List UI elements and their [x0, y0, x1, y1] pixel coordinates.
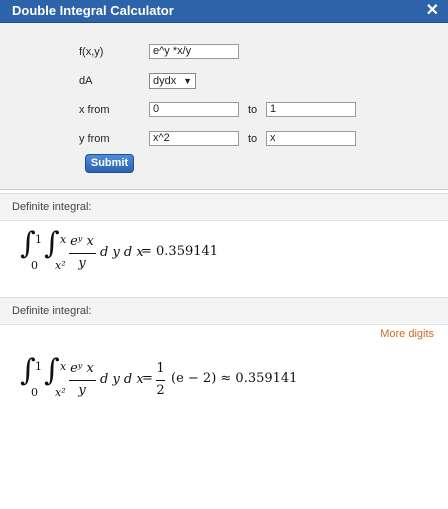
title-bar: Double Integral Calculator ✕ [0, 0, 448, 23]
fraction-bar [69, 380, 96, 381]
submit-button[interactable]: Submit [85, 154, 134, 173]
outer-lower-limit: 0 [31, 259, 38, 272]
outer-integral-sign: ∫ [20, 226, 36, 261]
x-from-input[interactable]: 0 [149, 102, 239, 117]
half-denominator: 2 [156, 383, 165, 398]
result1-header: Definite integral: [0, 193, 448, 221]
x-to-label: to [248, 104, 258, 116]
y-from-input[interactable]: x^2 [149, 131, 239, 146]
close-icon[interactable]: ✕ [426, 2, 439, 20]
inner-lower-limit: x² [55, 386, 66, 399]
more-digits-link[interactable]: More digits [380, 328, 434, 340]
window-title: Double Integral Calculator [12, 3, 174, 18]
dA-label: dA [79, 75, 93, 87]
result2-header: Definite integral: [0, 297, 448, 325]
outer-integral-sign: ∫ [20, 353, 36, 388]
x-from-label: x from [79, 104, 110, 116]
inner-integral-sign: ∫ [44, 226, 60, 261]
dA-select[interactable]: dydx ▼ [149, 73, 196, 89]
y-to-label: to [248, 133, 258, 145]
y-from-label: y from [79, 133, 110, 145]
inner-upper-limit: x [60, 233, 67, 246]
result1-value: = 0.359141 [141, 244, 219, 259]
half-fraction-bar [156, 380, 165, 381]
half-numerator: 1 [156, 361, 165, 376]
result1-header-label: Definite integral: [12, 201, 92, 213]
y-to-input[interactable]: x [266, 131, 356, 146]
fxy-label: f(x,y) [79, 46, 104, 58]
x-to-input[interactable]: 1 [266, 102, 356, 117]
equals-sign: = [142, 371, 153, 386]
differentials: d y d x [100, 245, 144, 260]
result2-value: (e − 2) ≈ 0.359141 [171, 371, 298, 386]
inner-lower-limit: x² [55, 259, 66, 272]
integrand-denominator: y [78, 256, 86, 271]
dA-selected-value: dydx [153, 75, 177, 87]
result2-header-label: Definite integral: [12, 305, 92, 317]
inner-integral-sign: ∫ [44, 353, 60, 388]
outer-upper-limit: 1 [35, 360, 42, 373]
integrand-denominator: y [78, 383, 86, 398]
integrand-numerator: eʸ x [70, 361, 94, 376]
calculator-form: f(x,y) e^y *x/y dA dydx ▼ x from 0 to 1 … [0, 23, 448, 190]
inner-upper-limit: x [60, 360, 67, 373]
outer-lower-limit: 0 [31, 386, 38, 399]
fxy-input[interactable]: e^y *x/y [149, 44, 239, 59]
fraction-bar [69, 253, 96, 254]
outer-upper-limit: 1 [35, 233, 42, 246]
chevron-down-icon: ▼ [183, 76, 192, 86]
integrand-numerator: eʸ x [70, 234, 94, 249]
differentials: d y d x [100, 372, 144, 387]
